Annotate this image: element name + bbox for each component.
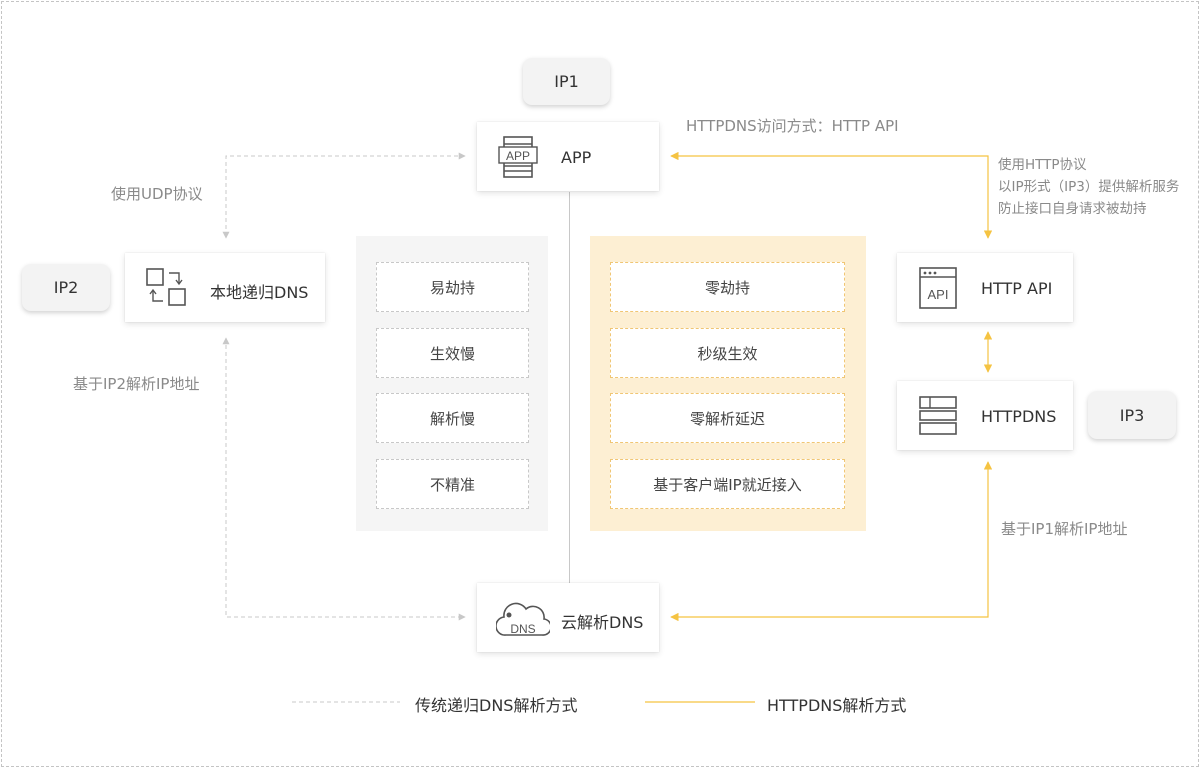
feature-item: 零解析延迟 xyxy=(610,393,845,443)
cloud-dns-icon-text: DNS xyxy=(510,622,535,636)
feature-item: 秒级生效 xyxy=(610,328,845,378)
cloud-dns-node: DNS 云解析DNS xyxy=(477,583,659,652)
http-api-label: HTTP API xyxy=(981,279,1053,298)
http-api-connector xyxy=(670,151,993,239)
server-stack-icon xyxy=(919,396,957,435)
ip2-bubble: IP2 xyxy=(22,264,110,311)
legend-traditional: 传统递归DNS解析方式 xyxy=(415,696,578,715)
app-label: APP xyxy=(561,148,592,167)
app-node: APP APP xyxy=(477,122,659,191)
legend-httpdns: HTTPDNS解析方式 xyxy=(767,696,907,715)
ip2-resolve-note: 基于IP2解析IP地址 xyxy=(73,375,200,393)
ip1-bubble: IP1 xyxy=(523,58,610,105)
feature-item: 零劫持 xyxy=(610,262,845,312)
cloud-dns-label: 云解析DNS xyxy=(561,613,644,632)
app-icon: APP xyxy=(498,136,538,178)
exchange-icon xyxy=(146,268,186,306)
udp-connector xyxy=(222,152,466,239)
api-window-icon: API xyxy=(919,267,957,309)
feature-item: 易劫持 xyxy=(376,262,529,312)
http-protocol-notes: 使用HTTP协议 以IP形式（IP3）提供解析服务 防止接口自身请求被劫持 xyxy=(998,154,1179,220)
udp-note: 使用UDP协议 xyxy=(111,185,203,203)
httpdns-access-note: HTTPDNS访问方式：HTTP API xyxy=(686,117,899,135)
dns-diagram: IP1 IP2 IP3 APP APP 本地递归DNS DNS 云解析DNS A… xyxy=(0,0,1200,768)
local-dns-node: 本地递归DNS xyxy=(125,253,325,322)
http-api-node: API HTTP API xyxy=(897,253,1073,322)
http-note-line: 以IP形式（IP3）提供解析服务 xyxy=(998,179,1180,195)
app-icon-text: APP xyxy=(506,149,530,163)
local-dns-label: 本地递归DNS xyxy=(210,283,309,302)
httpdns-label: HTTPDNS xyxy=(981,407,1057,426)
http-note-line: 使用HTTP协议 xyxy=(998,157,1087,173)
feature-item: 基于客户端IP就近接入 xyxy=(610,459,845,509)
ip1-resolve-note: 基于IP1解析IP地址 xyxy=(1001,520,1128,538)
feature-item: 不精准 xyxy=(376,459,529,509)
feature-item: 生效慢 xyxy=(376,328,529,378)
api-icon-text: API xyxy=(928,287,949,302)
http-note-line: 防止接口自身请求被劫持 xyxy=(998,201,1147,217)
feature-item: 解析慢 xyxy=(376,393,529,443)
httpdns-node: HTTPDNS xyxy=(897,381,1073,450)
ip3-bubble: IP3 xyxy=(1088,391,1176,439)
cloud-dns-icon: DNS xyxy=(496,602,550,636)
